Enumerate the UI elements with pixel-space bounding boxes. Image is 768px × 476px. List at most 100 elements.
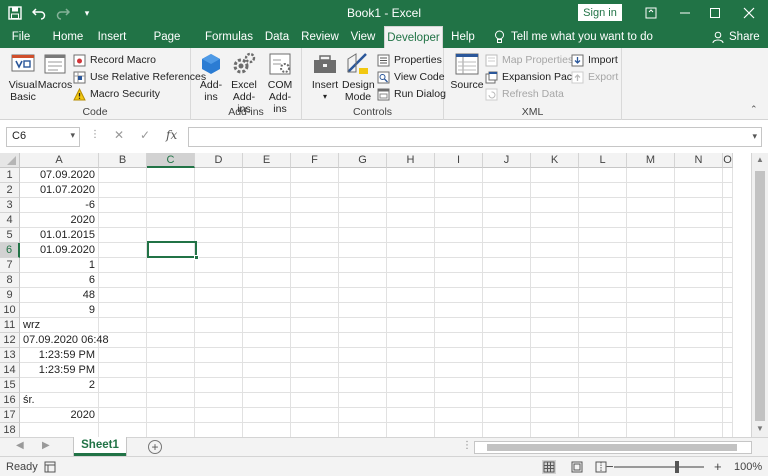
zoom-slider[interactable] — [614, 466, 704, 468]
cell-N3[interactable] — [675, 198, 723, 213]
cell-B13[interactable] — [99, 348, 147, 363]
cell-E10[interactable] — [243, 303, 291, 318]
cell-C11[interactable] — [147, 318, 195, 333]
cell-D9[interactable] — [195, 288, 243, 303]
cell-I4[interactable] — [435, 213, 483, 228]
column-header[interactable]: M — [627, 153, 675, 168]
cell-E15[interactable] — [243, 378, 291, 393]
tab-help[interactable]: Help — [448, 26, 478, 48]
formula-input[interactable]: ▾ — [188, 127, 762, 147]
cell-B15[interactable] — [99, 378, 147, 393]
expand-formula-bar-icon[interactable]: ▾ — [752, 131, 757, 142]
cell-B16[interactable] — [99, 393, 147, 408]
cell-B18[interactable] — [99, 423, 147, 437]
run-dialog-button[interactable]: Run Dialog — [377, 86, 446, 102]
cell-A3[interactable]: -6 — [20, 198, 99, 213]
refresh-data-button[interactable]: Refresh Data — [485, 86, 564, 102]
cell-K16[interactable] — [531, 393, 579, 408]
cell-M10[interactable] — [627, 303, 675, 318]
save-icon[interactable] — [6, 4, 24, 22]
cell-H8[interactable] — [387, 273, 435, 288]
cell-E8[interactable] — [243, 273, 291, 288]
cell-N8[interactable] — [675, 273, 723, 288]
cell-F8[interactable] — [291, 273, 339, 288]
cell-H13[interactable] — [387, 348, 435, 363]
cell-D8[interactable] — [195, 273, 243, 288]
sign-in-button[interactable]: Sign in — [578, 4, 622, 21]
cell-G10[interactable] — [339, 303, 387, 318]
tab-developer[interactable]: Developer — [384, 26, 443, 48]
cell-O8[interactable] — [723, 273, 733, 288]
cell-O4[interactable] — [723, 213, 733, 228]
cell-I10[interactable] — [435, 303, 483, 318]
macro-recording-icon[interactable] — [44, 461, 56, 473]
row-header[interactable]: 14 — [0, 363, 20, 378]
name-box[interactable]: C6 ▾ — [6, 127, 80, 147]
cell-K3[interactable] — [531, 198, 579, 213]
cell-E9[interactable] — [243, 288, 291, 303]
cell-I12[interactable] — [435, 333, 483, 348]
cell-O3[interactable] — [723, 198, 733, 213]
insert-control-button[interactable]: Insert ▾ — [308, 51, 342, 103]
cell-A9[interactable]: 48 — [20, 288, 99, 303]
cell-I7[interactable] — [435, 258, 483, 273]
cell-G2[interactable] — [339, 183, 387, 198]
cell-A1[interactable]: 07.09.2020 — [20, 168, 99, 183]
cell-L4[interactable] — [579, 213, 627, 228]
row-header[interactable]: 10 — [0, 303, 20, 318]
row-header[interactable]: 7 — [0, 258, 20, 273]
cell-O5[interactable] — [723, 228, 733, 243]
cell-I18[interactable] — [435, 423, 483, 437]
cell-E11[interactable] — [243, 318, 291, 333]
expansion-packs-button[interactable]: Expansion Packs — [485, 69, 583, 85]
column-header[interactable]: H — [387, 153, 435, 168]
fill-handle[interactable] — [194, 255, 199, 260]
cell-I1[interactable] — [435, 168, 483, 183]
cell-E18[interactable] — [243, 423, 291, 437]
cell-B12[interactable] — [99, 333, 147, 348]
next-sheet-icon[interactable]: ▶ — [42, 440, 50, 451]
column-header[interactable]: N — [675, 153, 723, 168]
cell-L14[interactable] — [579, 363, 627, 378]
scroll-up-icon[interactable]: ▲ — [756, 155, 764, 164]
cell-H3[interactable] — [387, 198, 435, 213]
tab-formulas[interactable]: Formulas — [205, 26, 253, 48]
customize-qat-icon[interactable]: ▾ — [78, 4, 96, 22]
addins-button[interactable]: Add-ins — [198, 51, 224, 103]
cell-F18[interactable] — [291, 423, 339, 437]
cell-N13[interactable] — [675, 348, 723, 363]
cell-B17[interactable] — [99, 408, 147, 423]
cell-G5[interactable] — [339, 228, 387, 243]
cell-J6[interactable] — [483, 243, 531, 258]
cell-M15[interactable] — [627, 378, 675, 393]
cell-M2[interactable] — [627, 183, 675, 198]
import-button[interactable]: Import — [571, 52, 618, 68]
tab-insert[interactable]: Insert — [95, 26, 129, 48]
cell-C7[interactable] — [147, 258, 195, 273]
cell-O9[interactable] — [723, 288, 733, 303]
cell-J7[interactable] — [483, 258, 531, 273]
column-header[interactable]: C — [147, 153, 195, 168]
cell-A10[interactable]: 9 — [20, 303, 99, 318]
row-header[interactable]: 15 — [0, 378, 20, 393]
cell-J15[interactable] — [483, 378, 531, 393]
maximize-icon[interactable] — [700, 0, 730, 26]
cell-H11[interactable] — [387, 318, 435, 333]
cell-M14[interactable] — [627, 363, 675, 378]
scroll-down-icon[interactable]: ▼ — [756, 424, 764, 433]
cell-H18[interactable] — [387, 423, 435, 437]
cell-B5[interactable] — [99, 228, 147, 243]
cell-G6[interactable] — [339, 243, 387, 258]
close-icon[interactable] — [734, 0, 764, 26]
cell-I15[interactable] — [435, 378, 483, 393]
cell-H6[interactable] — [387, 243, 435, 258]
cell-L13[interactable] — [579, 348, 627, 363]
cell-C17[interactable] — [147, 408, 195, 423]
column-header[interactable]: F — [291, 153, 339, 168]
select-all-corner[interactable] — [0, 153, 20, 168]
view-code-button[interactable]: View Code — [377, 69, 445, 85]
cell-N15[interactable] — [675, 378, 723, 393]
sheet-tab-sheet1[interactable]: Sheet1 — [74, 437, 126, 456]
cell-L10[interactable] — [579, 303, 627, 318]
cell-G3[interactable] — [339, 198, 387, 213]
